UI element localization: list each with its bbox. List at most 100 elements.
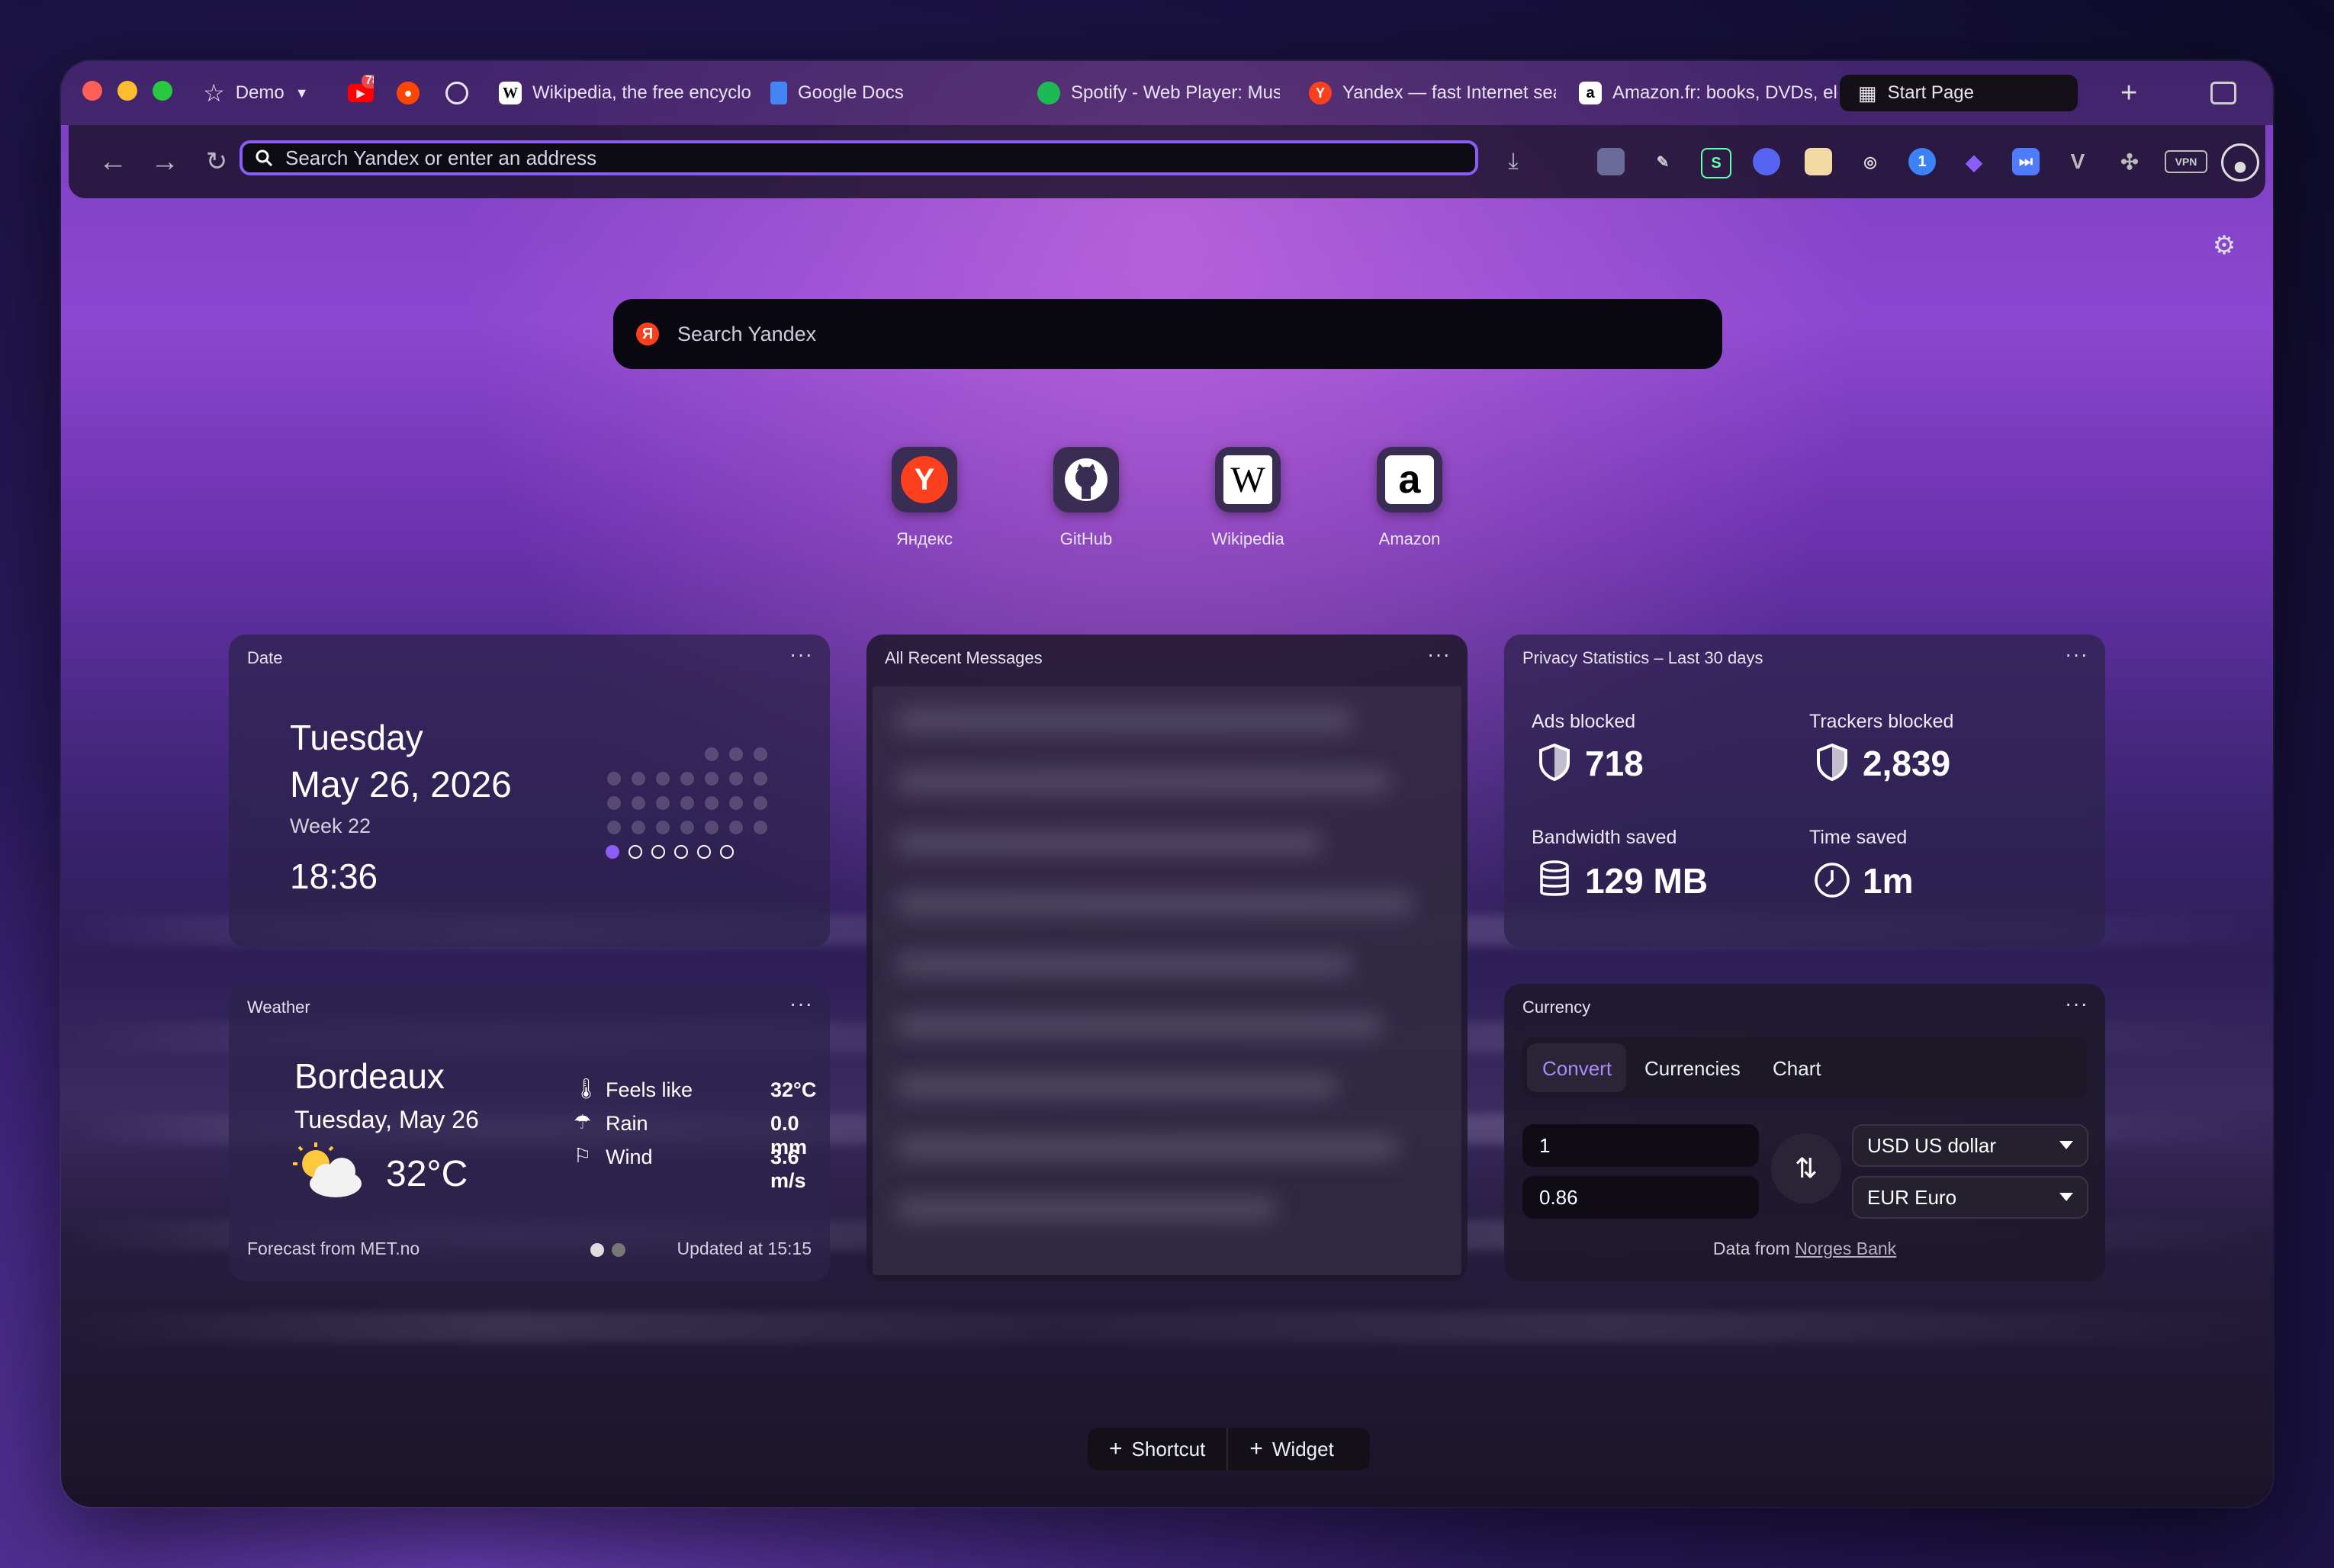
tab-manager-button[interactable] (2210, 75, 2236, 111)
temperature: 32°C (386, 1154, 468, 1194)
page-dot[interactable] (651, 845, 665, 859)
tab-wikipedia[interactable]: W Wikipedia, the free encyclopedia (499, 75, 751, 111)
reload-button[interactable]: ↻ (198, 143, 235, 180)
tab-yandex[interactable]: Y Yandex — fast Internet search (1309, 75, 1556, 111)
widget-menu-button[interactable]: ··· (789, 991, 813, 1016)
profile-selector[interactable]: ☆ Demo ▼ (203, 75, 309, 111)
vpn-button[interactable]: VPN (2165, 150, 2207, 173)
page-dot-active[interactable] (606, 845, 619, 859)
messages-list-blurred[interactable] (873, 686, 1461, 1275)
tab-amazon[interactable]: a Amazon.fr: books, DVDs, electronics (1579, 75, 1838, 111)
extension-5[interactable] (1805, 148, 1832, 175)
extension-10[interactable]: V (2064, 148, 2091, 175)
data-prefix: Data from (1712, 1239, 1790, 1258)
amount-to-input[interactable]: 0.86 (1522, 1176, 1759, 1219)
google-docs-icon (770, 82, 787, 104)
extension-8[interactable]: ◆ (1960, 148, 1988, 175)
shortcut-yandex[interactable]: Y Яндекс (863, 447, 985, 549)
tab-chart[interactable]: Chart (1773, 1057, 1821, 1081)
pinned-tab-github[interactable] (445, 75, 468, 111)
tab-convert[interactable]: Convert (1527, 1043, 1626, 1092)
caret-down-icon (2059, 1193, 2073, 1201)
pinned-tab-youtube[interactable]: ▶ 78 (348, 75, 374, 111)
thermometer-icon: 🌡 (574, 1077, 600, 1100)
extension-4[interactable] (1753, 148, 1780, 175)
extension-7[interactable]: 1 (1908, 148, 1936, 175)
currency-from-select[interactable]: USD US dollar (1852, 1124, 2088, 1167)
add-widget-button[interactable]: + Widget (1228, 1428, 1355, 1470)
extension-3[interactable]: S (1701, 148, 1731, 178)
trackers-blocked-label: Trackers blocked (1809, 711, 1954, 732)
zoom-window-button[interactable] (153, 81, 172, 101)
tab-title: Google Docs (798, 82, 904, 103)
amount-from-input[interactable]: 1 (1522, 1124, 1759, 1167)
add-widget-label: Widget (1271, 1437, 1334, 1460)
widget-menu-button[interactable]: ··· (2065, 642, 2088, 667)
tab-start-page[interactable]: ▦ Start Page (1840, 75, 2078, 111)
shortcut-icon: W (1215, 447, 1281, 512)
search-box[interactable]: Я (613, 299, 1722, 369)
swap-currencies-button[interactable]: ⇅ (1771, 1133, 1841, 1203)
page-dot[interactable] (674, 845, 688, 859)
gear-icon: ⚙ (2212, 231, 2236, 260)
address-input[interactable] (284, 145, 1431, 171)
calendar-dot (754, 796, 767, 810)
extension-2[interactable]: ✎ (1649, 148, 1677, 175)
add-shortcut-button[interactable]: + Shortcut (1088, 1428, 1226, 1470)
bandwidth-saved-label: Bandwidth saved (1532, 827, 1677, 848)
weekday: Tuesday (290, 718, 423, 757)
shortcut-wikipedia[interactable]: W Wikipedia (1187, 447, 1309, 549)
wind-value: 3.6 m/s (770, 1145, 806, 1192)
widget-menu-button[interactable]: ··· (1427, 642, 1451, 667)
page-dot[interactable] (720, 845, 734, 859)
norges-bank-link[interactable]: Norges Bank (1795, 1239, 1896, 1258)
tab-currencies[interactable]: Currencies (1644, 1057, 1741, 1081)
page-dot-active[interactable] (590, 1243, 604, 1257)
start-page-settings-button[interactable]: ⚙ (2209, 230, 2239, 261)
wikipedia-icon: W (499, 82, 522, 104)
shortcut-label: Яндекс (896, 529, 953, 548)
profile-button[interactable]: ● (2221, 143, 2259, 182)
extension-6[interactable]: ◎ (1857, 148, 1884, 175)
pinned-tab-reddit[interactable]: ● (397, 75, 420, 111)
extension-9[interactable]: ⏭ (2012, 148, 2040, 175)
calendar-dot (754, 772, 767, 786)
privacy-widget: Privacy Statistics – Last 30 days ··· Ad… (1504, 635, 2105, 947)
reload-icon: ↻ (205, 147, 228, 176)
extensions-button[interactable]: ✣ (2116, 148, 2143, 175)
shortcut-github[interactable]: GitHub (1025, 447, 1147, 549)
tab-title: Yandex — fast Internet search (1342, 82, 1556, 103)
calendar-dot (607, 821, 621, 834)
address-bar[interactable] (240, 140, 1478, 175)
forward-button[interactable]: → (146, 143, 183, 180)
tab-bar: ☆ Demo ▼ ▶ 78 ● W Wikipedia, the free en… (61, 61, 2273, 125)
plus-icon: + (1249, 1436, 1263, 1461)
extension-1[interactable] (1597, 148, 1625, 175)
currency-to-select[interactable]: EUR Euro (1852, 1176, 2088, 1219)
page-dot[interactable] (697, 845, 711, 859)
widget-menu-button[interactable]: ··· (2065, 991, 2088, 1016)
minimize-window-button[interactable] (117, 81, 137, 101)
skip-icon: ⏭ (2019, 153, 2033, 170)
tab-spotify[interactable]: Spotify - Web Player: Music for everyone (1037, 75, 1280, 111)
page-dot[interactable] (612, 1243, 625, 1257)
page-dot[interactable] (629, 845, 642, 859)
back-button[interactable]: ← (95, 143, 131, 180)
calendar-dot (705, 821, 719, 834)
plus-icon: + (1109, 1436, 1123, 1461)
currency-widget: Currency ··· Convert Currencies Chart 1 … (1504, 984, 2105, 1281)
calendar-dot (754, 747, 767, 761)
spotify-icon (1037, 82, 1060, 104)
close-window-button[interactable] (82, 81, 102, 101)
calendar-dot (729, 796, 743, 810)
search-input[interactable] (676, 321, 1670, 347)
tab-google-docs[interactable]: Google Docs (770, 75, 999, 111)
ads-blocked-value: 718 (1585, 744, 1644, 783)
time-saved-value: 1m (1863, 861, 1914, 901)
new-tab-button[interactable]: + (2120, 75, 2137, 111)
shortcut-amazon[interactable]: a Amazon (1349, 447, 1471, 549)
swap-icon: ⇅ (1794, 1152, 1818, 1184)
widget-menu-button[interactable]: ··· (789, 642, 813, 667)
calendar-dot (680, 821, 694, 834)
downloads-button[interactable]: ⤓ (1495, 143, 1532, 180)
